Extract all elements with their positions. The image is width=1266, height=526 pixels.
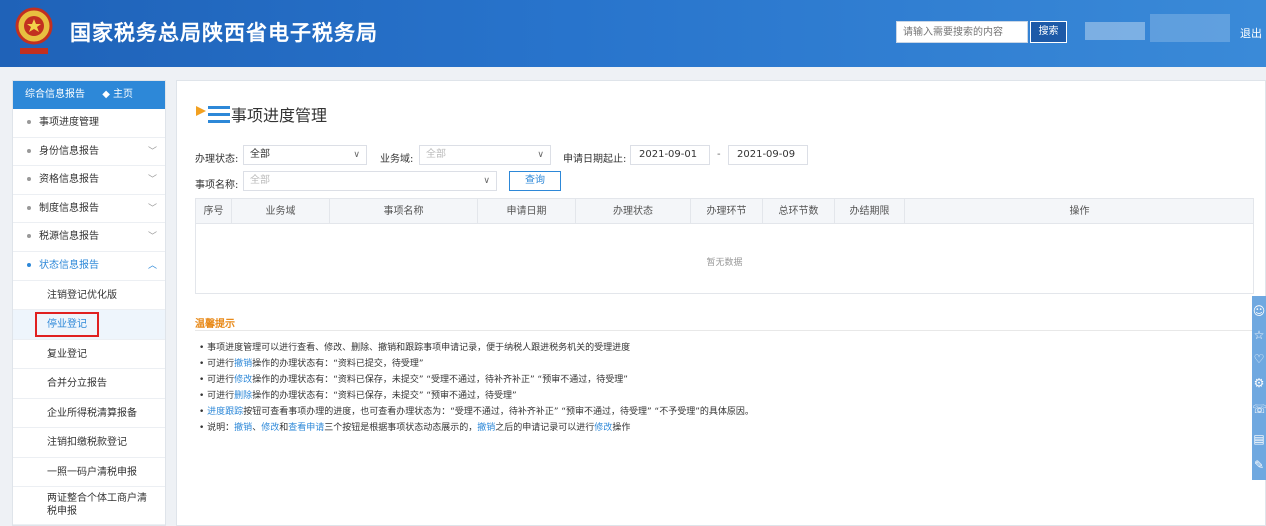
item-name-select[interactable]: 全部 ∨	[243, 171, 497, 191]
domain-select[interactable]: 全部 ∨	[419, 145, 551, 165]
sub-item-deregistration[interactable]: 注销登记优化版	[13, 280, 165, 311]
sidebar-item-tax-source[interactable]: 税源信息报告 ﹀	[13, 223, 165, 252]
sidebar-item-qualification[interactable]: 资格信息报告 ﹀	[13, 166, 165, 195]
bullet-icon	[27, 205, 31, 210]
chevron-down-icon: ﹀	[147, 175, 157, 186]
sub-item-merger[interactable]: 合并分立报告	[13, 369, 165, 399]
blurred-user-info-2	[1150, 14, 1230, 42]
star-icon[interactable]: ☆	[1252, 324, 1266, 346]
tips-title: 温馨提示	[195, 319, 235, 330]
sub-item-liquidation[interactable]: 企业所得税清算报备	[13, 398, 165, 429]
col-index: 序号	[196, 199, 232, 224]
chevron-down-icon: ∨	[537, 150, 544, 160]
tip-line: • 可进行修改操作的办理状态有：“资料已保存，未提交” “受理不通过，待补齐补正…	[199, 375, 628, 385]
col-stage: 办理环节	[691, 199, 763, 224]
empty-state: 暂无数据	[706, 258, 743, 268]
date-to-input[interactable]: 2021-09-09	[728, 145, 808, 165]
gear-icon[interactable]: ⚙	[1252, 372, 1266, 394]
sidebar: 综合信息报告 ◆ 主页 事项进度管理 身份信息报告 ﹀ 资格信息报告 ﹀ 制度信息报…	[12, 80, 166, 526]
results-table: 序号 业务域 事项名称 申请日期 办理状态 办理环节 总环节数 办结期限 操作 …	[195, 198, 1254, 294]
sidebar-item-status[interactable]: 状态信息报告 ︿	[13, 252, 165, 281]
col-apply-date: 申请日期	[478, 199, 576, 224]
headset-icon[interactable]: ☏	[1252, 398, 1266, 420]
page-title: 事项进度管理	[231, 106, 328, 125]
status-label: 办理状态:	[195, 154, 239, 165]
col-total-stages: 总环节数	[763, 199, 835, 224]
sub-item-resumption[interactable]: 复业登记	[13, 339, 165, 370]
domain-label: 业务域:	[380, 154, 414, 165]
sub-item-one-code[interactable]: 一照一码户清税申报	[13, 457, 165, 488]
chevron-down-icon: ﹀	[147, 146, 157, 157]
item-name-label: 事项名称:	[195, 180, 239, 191]
bullet-icon	[27, 262, 31, 267]
date-separator: -	[717, 149, 721, 160]
top-header: 国家税务总局陕西省电子税务局 搜索 退出	[0, 0, 1266, 67]
col-domain: 业务域	[232, 199, 330, 224]
blurred-user-info	[1085, 22, 1145, 40]
sidebar-item-progress[interactable]: 事项进度管理	[13, 109, 165, 138]
status-select[interactable]: 全部 ∨	[243, 145, 367, 165]
sidebar-header: 综合信息报告 ◆ 主页	[13, 81, 165, 109]
date-range-label: 申请日期起止:	[563, 154, 627, 165]
user-icon[interactable]: ☺	[1252, 300, 1266, 322]
tip-line: • 说明：撤销、修改和查看申请三个按钮是根据事项状态动态展示的，撤销之后的申请记…	[199, 423, 631, 433]
bullet-icon	[27, 234, 31, 239]
bullet-icon	[27, 148, 31, 153]
chevron-down-icon: ﹀	[147, 203, 157, 214]
bullet-icon	[27, 177, 31, 182]
main-panel: 事项进度管理 办理状态: 全部 ∨ 业务域: 全部 ∨ 申请日期起止: 2021-0…	[176, 80, 1266, 526]
document-icon[interactable]: ▤	[1252, 428, 1266, 450]
chevron-down-icon: ﹀	[147, 232, 157, 243]
col-deadline: 办结期限	[835, 199, 905, 224]
tip-line: • 事项进度管理可以进行查看、修改、删除、撤销和跟踪事项申请记录，便于纳税人跟进…	[199, 343, 631, 353]
heart-icon[interactable]: ♡	[1252, 348, 1266, 370]
site-title: 国家税务总局陕西省电子税务局	[70, 21, 378, 45]
table-header: 序号 业务域 事项名称 申请日期 办理状态 办理环节 总环节数 办结期限 操作	[196, 199, 1253, 224]
chevron-down-icon: ∨	[483, 176, 490, 186]
tip-line: • 进度跟踪按钮可查看事项办理的进度，也可查看办理状态为：“受理不通过，待补齐补…	[199, 407, 754, 417]
divider	[195, 330, 1255, 331]
chevron-down-icon: ∨	[353, 150, 360, 160]
sidebar-section-title: 综合信息报告	[25, 89, 85, 100]
edit-icon[interactable]: ✎	[1252, 454, 1266, 476]
date-from-input[interactable]: 2021-09-01	[630, 145, 710, 165]
chevron-up-icon: ︿	[147, 260, 157, 271]
sub-item-suspension[interactable]: 停业登记	[13, 310, 165, 340]
query-button[interactable]: 查询	[509, 171, 561, 191]
search-input[interactable]	[896, 21, 1028, 43]
home-link[interactable]: ◆ 主页	[102, 89, 133, 100]
bullet-icon	[27, 120, 31, 124]
sub-item-withholding[interactable]: 注销扣缴税款登记	[13, 428, 165, 458]
search-button[interactable]: 搜索	[1030, 21, 1067, 43]
col-item-name: 事项名称	[330, 199, 478, 224]
tip-line: • 可进行撤销操作的办理状态有：“资料已提交，待受理”	[199, 359, 424, 369]
tip-line: • 可进行删除操作的办理状态有：“资料已保存，未提交” “预审不通过，待受理”	[199, 391, 517, 401]
sidebar-item-system[interactable]: 制度信息报告 ﹀	[13, 195, 165, 224]
col-actions: 操作	[1069, 206, 1090, 217]
sub-item-individual[interactable]: 两证整合个体工商户清税申报	[13, 487, 165, 526]
sidebar-item-identity[interactable]: 身份信息报告 ﹀	[13, 138, 165, 167]
tax-emblem-icon	[15, 7, 53, 54]
col-status: 办理状态	[576, 199, 691, 224]
logout-link[interactable]: 退出	[1240, 25, 1262, 41]
list-icon	[196, 106, 230, 123]
